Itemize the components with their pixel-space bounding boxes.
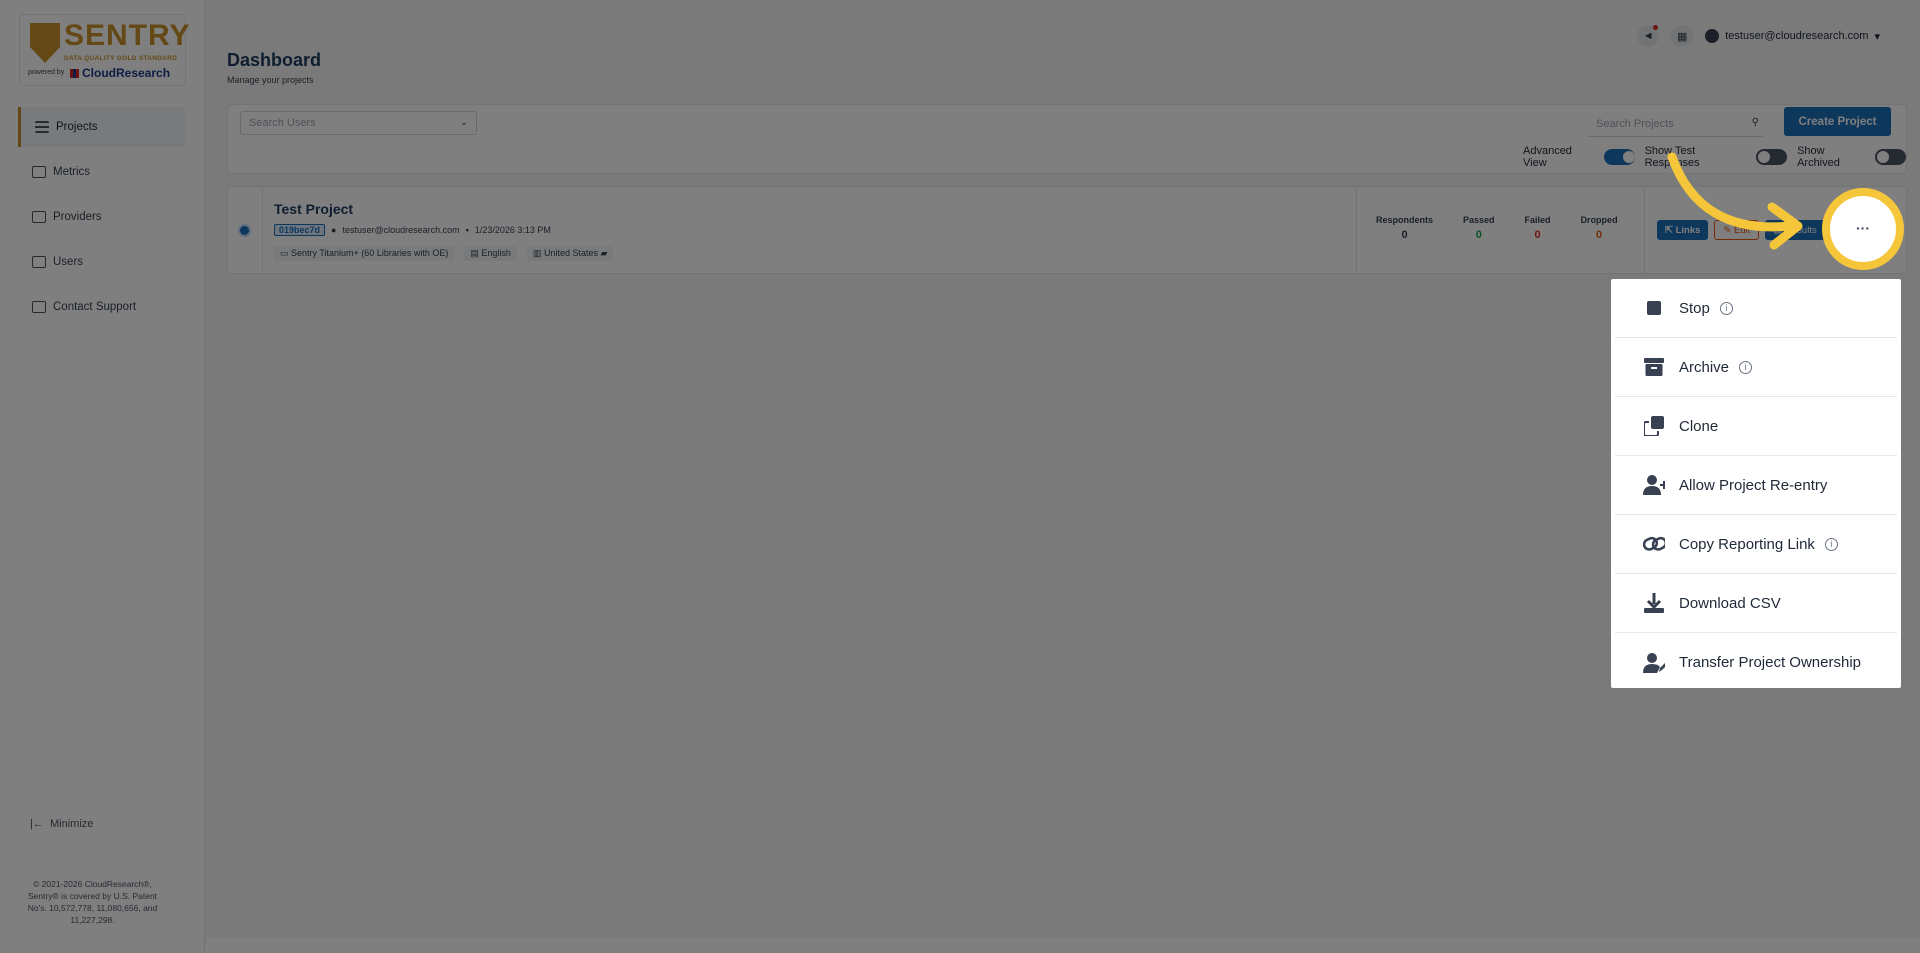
menu-item-transfer-ownership[interactable]: Transfer Project Ownership (1615, 633, 1897, 692)
menu-item-label: Archive (1679, 358, 1730, 376)
menu-item-label: Stop (1679, 299, 1710, 317)
download-icon (1643, 592, 1665, 614)
menu-item-archive[interactable]: Archive i (1615, 338, 1897, 397)
menu-item-label: Allow Project Re-entry (1679, 476, 1828, 494)
user-edit-icon (1643, 652, 1665, 674)
menu-item-label: Transfer Project Ownership (1679, 654, 1862, 671)
menu-item-label: Clone (1679, 417, 1719, 435)
link-icon (1643, 533, 1665, 555)
info-icon[interactable]: i (1824, 537, 1838, 551)
stop-icon (1643, 297, 1665, 319)
archive-icon (1643, 356, 1665, 378)
menu-item-stop[interactable]: Stop i (1615, 279, 1897, 338)
project-actions-menu: Stop i Archive i Clone Allow Project Re-… (1611, 279, 1901, 688)
menu-item-clone[interactable]: Clone (1615, 397, 1897, 456)
user-plus-icon (1643, 474, 1665, 496)
menu-item-copy-reporting-link[interactable]: Copy Reporting Link i (1615, 515, 1897, 574)
info-icon[interactable]: i (1719, 301, 1733, 315)
menu-item-download-csv[interactable]: Download CSV (1615, 574, 1897, 633)
menu-item-allow-reentry[interactable]: Allow Project Re-entry (1615, 456, 1897, 515)
clone-icon (1643, 415, 1665, 437)
menu-item-label: Download CSV (1679, 594, 1781, 612)
menu-item-label: Copy Reporting Link (1679, 535, 1815, 553)
info-icon[interactable]: i (1739, 360, 1753, 374)
